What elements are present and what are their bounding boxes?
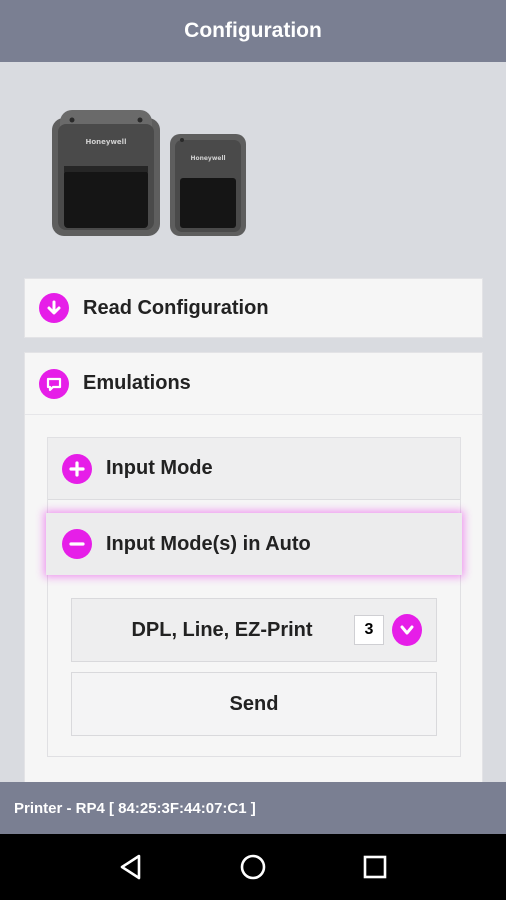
download-circle-icon [39,293,69,323]
brand-right: Honeywell [190,155,225,162]
input-mode-button[interactable]: Input Mode [48,438,460,500]
emulations-content: Input Mode Input Mode(s) in Auto DPL, Li… [46,437,462,757]
input-mode-auto-button[interactable]: Input Mode(s) in Auto [46,513,462,575]
plus-circle-icon [62,453,92,484]
emulations-panel: Emulations Input Mode Input Mode(s) in A… [24,352,483,792]
input-mode-label: Input Mode [106,457,213,479]
input-mode-select[interactable]: DPL, Line, EZ-Print 3 [71,598,437,662]
printer-status-text: Printer - RP4 [ 84:25:3F:44:07:C1 ] [14,799,256,817]
page-title: Configuration [184,19,322,42]
android-nav-bar [0,834,506,900]
emulations-label: Emulations [83,372,191,394]
count-badge: 3 [354,615,384,645]
printer-image: Honeywell Honeywell [52,110,246,236]
printer-status-bar: Printer - RP4 [ 84:25:3F:44:07:C1 ] [0,782,506,834]
read-configuration-button[interactable]: Read Configuration [24,278,483,338]
home-icon[interactable] [233,847,273,887]
emulations-header[interactable]: Emulations [25,353,482,415]
recents-icon[interactable] [355,847,395,887]
send-button[interactable]: Send [71,672,437,736]
selected-value: DPL, Line, EZ-Print [131,618,313,641]
app-header: Configuration [0,0,506,62]
chevron-down-icon[interactable] [392,614,422,646]
input-mode-auto-label: Input Mode(s) in Auto [106,532,311,555]
back-icon[interactable] [111,847,151,887]
read-configuration-label: Read Configuration [83,296,269,319]
brand-left: Honeywell [86,138,127,146]
minus-circle-icon [62,529,92,559]
chat-bubble-icon [39,368,69,399]
